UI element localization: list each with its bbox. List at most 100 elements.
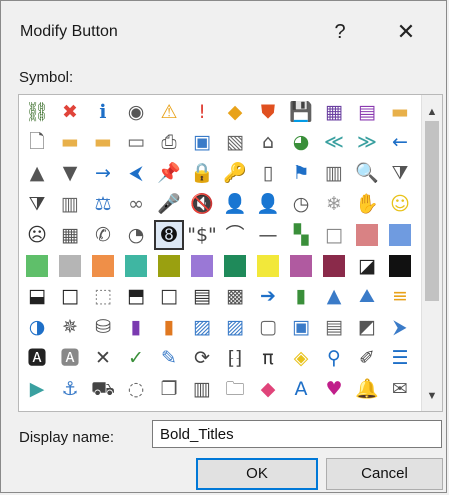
symbol-cell[interactable]: ⚑ [287, 160, 315, 188]
symbol-cell[interactable]: □ [56, 283, 84, 311]
symbol-cell[interactable]: ▮ [287, 283, 315, 311]
symbol-cell[interactable]: ⮞ [386, 314, 414, 342]
symbol-cell[interactable]: ◆ [254, 375, 282, 403]
symbol-cell[interactable]: ☺ [386, 190, 414, 218]
symbol-cell[interactable] [188, 252, 216, 280]
symbol-cell[interactable]: ➑ [154, 220, 184, 251]
symbol-cell[interactable]: ▯ [254, 160, 282, 188]
symbol-cell[interactable]: ➔ [254, 283, 282, 311]
symbol-cell[interactable]: ❄ [320, 190, 348, 218]
symbol-cell[interactable] [56, 252, 84, 280]
symbol-cell[interactable]: ◔ [122, 221, 150, 249]
symbol-cell[interactable]: A [287, 375, 315, 403]
symbol-cell[interactable]: ℹ [89, 98, 117, 126]
symbol-cell[interactable]: ⬓ [23, 283, 51, 311]
symbol-cell[interactable]: ▦ [320, 98, 348, 126]
symbol-cell[interactable]: ⛓ [23, 98, 51, 126]
symbol-cell[interactable]: □ [155, 283, 183, 311]
symbol-cell[interactable]: ⛊ [254, 98, 282, 126]
symbol-cell[interactable]: 🔇 [188, 190, 216, 218]
symbol-cell[interactable]: — [254, 221, 282, 249]
symbol-cell[interactable]: ▤ [353, 98, 381, 126]
symbol-cell[interactable]: ✓ [122, 344, 150, 372]
symbol-cell[interactable]: ▮ [155, 314, 183, 342]
symbol-cell[interactable]: ≡ [386, 283, 414, 311]
symbol-cell[interactable]: ⚓ [56, 375, 84, 403]
symbol-cell[interactable]: ◷ [287, 190, 315, 218]
symbol-cell[interactable]: ✐ [353, 344, 381, 372]
symbol-cell[interactable]: ▨ [221, 314, 249, 342]
symbol-cell[interactable]: ▢ [254, 314, 282, 342]
symbol-cell[interactable]: ☰ [386, 344, 414, 372]
symbol-cell[interactable]: ▥ [56, 190, 84, 218]
symbol-cell[interactable]: ▮ [122, 314, 150, 342]
symbol-cell[interactable] [386, 221, 414, 249]
symbol-cell[interactable]: ◉ [122, 98, 150, 126]
symbol-cell[interactable]: ◩ [353, 314, 381, 342]
symbol-cell[interactable]: ▭ [122, 129, 150, 157]
symbol-cell[interactable]: ⚖ [89, 190, 117, 218]
symbol-cell[interactable]: ⬚ [89, 283, 117, 311]
symbol-cell[interactable]: ◌ [122, 375, 150, 403]
symbol-cell[interactable]: ▼ [56, 160, 84, 188]
symbol-cell[interactable]: ⌂ [254, 129, 282, 157]
symbol-cell[interactable]: □ [320, 221, 348, 249]
symbol-cell[interactable]: ⁅⁆ [221, 344, 249, 372]
symbol-cell[interactable]: 🎤 [155, 190, 183, 218]
symbol-cell[interactable]: ✕ [89, 344, 117, 372]
symbol-cell[interactable]: 👤 [221, 190, 249, 218]
symbol-cell[interactable]: ⚠ [155, 98, 183, 126]
symbol-cell[interactable]: ∞ [122, 190, 150, 218]
symbol-cell[interactable]: 🅰 [23, 344, 51, 372]
symbol-cell[interactable] [23, 252, 51, 280]
symbol-cell[interactable]: ≪ [320, 129, 348, 157]
display-name-input[interactable] [152, 420, 442, 448]
symbol-cell[interactable]: 🅰 [56, 344, 84, 372]
symbol-cell[interactable]: ≫ [353, 129, 381, 157]
symbol-cell[interactable]: ▣ [287, 314, 315, 342]
symbol-cell[interactable]: ▚ [287, 221, 315, 249]
symbol-cell[interactable]: 🔑 [221, 160, 249, 188]
symbol-cell[interactable]: ▥ [320, 160, 348, 188]
cancel-button[interactable]: Cancel [326, 458, 443, 490]
vertical-scrollbar[interactable]: ▲ ▼ [421, 95, 442, 411]
symbol-cell[interactable]: ▣ [188, 129, 216, 157]
symbol-cell[interactable]: ▶ [23, 375, 51, 403]
symbol-cell[interactable]: ! [188, 98, 216, 126]
symbol-cell[interactable]: ▬ [89, 129, 117, 157]
symbol-cell[interactable]: ⬒ [122, 283, 150, 311]
symbol-cell[interactable]: ⛁ [89, 314, 117, 342]
symbol-cell[interactable]: ☹ [23, 221, 51, 249]
ok-button[interactable]: OK [196, 458, 318, 490]
symbol-cell[interactable]: ⛰ [353, 283, 381, 311]
symbol-cell[interactable] [353, 221, 381, 249]
symbol-cell[interactable] [254, 252, 282, 280]
symbol-cell[interactable]: ◑ [23, 314, 51, 342]
symbol-cell[interactable]: ✆ [89, 221, 117, 249]
symbol-cell[interactable]: ▬ [386, 98, 414, 126]
symbol-cell[interactable]: → [89, 160, 117, 188]
symbol-cell[interactable]: ◕ [287, 129, 315, 157]
symbol-cell[interactable]: ▩ [221, 283, 249, 311]
symbol-cell[interactable]: 💾 [287, 98, 315, 126]
scroll-down-arrow-icon[interactable]: ▼ [422, 387, 442, 405]
symbol-cell[interactable]: π [254, 344, 282, 372]
symbol-cell[interactable] [221, 252, 249, 280]
symbol-cell[interactable] [287, 252, 315, 280]
symbol-cell[interactable]: ▤ [320, 314, 348, 342]
scrollbar-thumb[interactable] [425, 121, 439, 301]
symbol-cell[interactable]: ⌒ [221, 221, 249, 249]
symbol-cell[interactable]: ✎ [155, 344, 183, 372]
symbol-cell[interactable]: 🔔 [353, 375, 381, 403]
symbol-cell[interactable]: ⛟ [89, 375, 117, 403]
symbol-cell[interactable]: ▲ [23, 160, 51, 188]
symbol-cell[interactable]: ▤ [188, 283, 216, 311]
symbol-cell[interactable]: 📌 [155, 160, 183, 188]
help-button[interactable]: ? [325, 17, 355, 47]
symbol-cell[interactable]: "$" [187, 221, 217, 249]
symbol-cell[interactable]: ⧩ [23, 190, 51, 218]
symbol-cell[interactable] [386, 252, 414, 280]
symbol-cell[interactable]: ✉ [386, 375, 414, 403]
symbol-cell[interactable]: ◪ [353, 252, 381, 280]
scroll-up-arrow-icon[interactable]: ▲ [422, 103, 442, 121]
